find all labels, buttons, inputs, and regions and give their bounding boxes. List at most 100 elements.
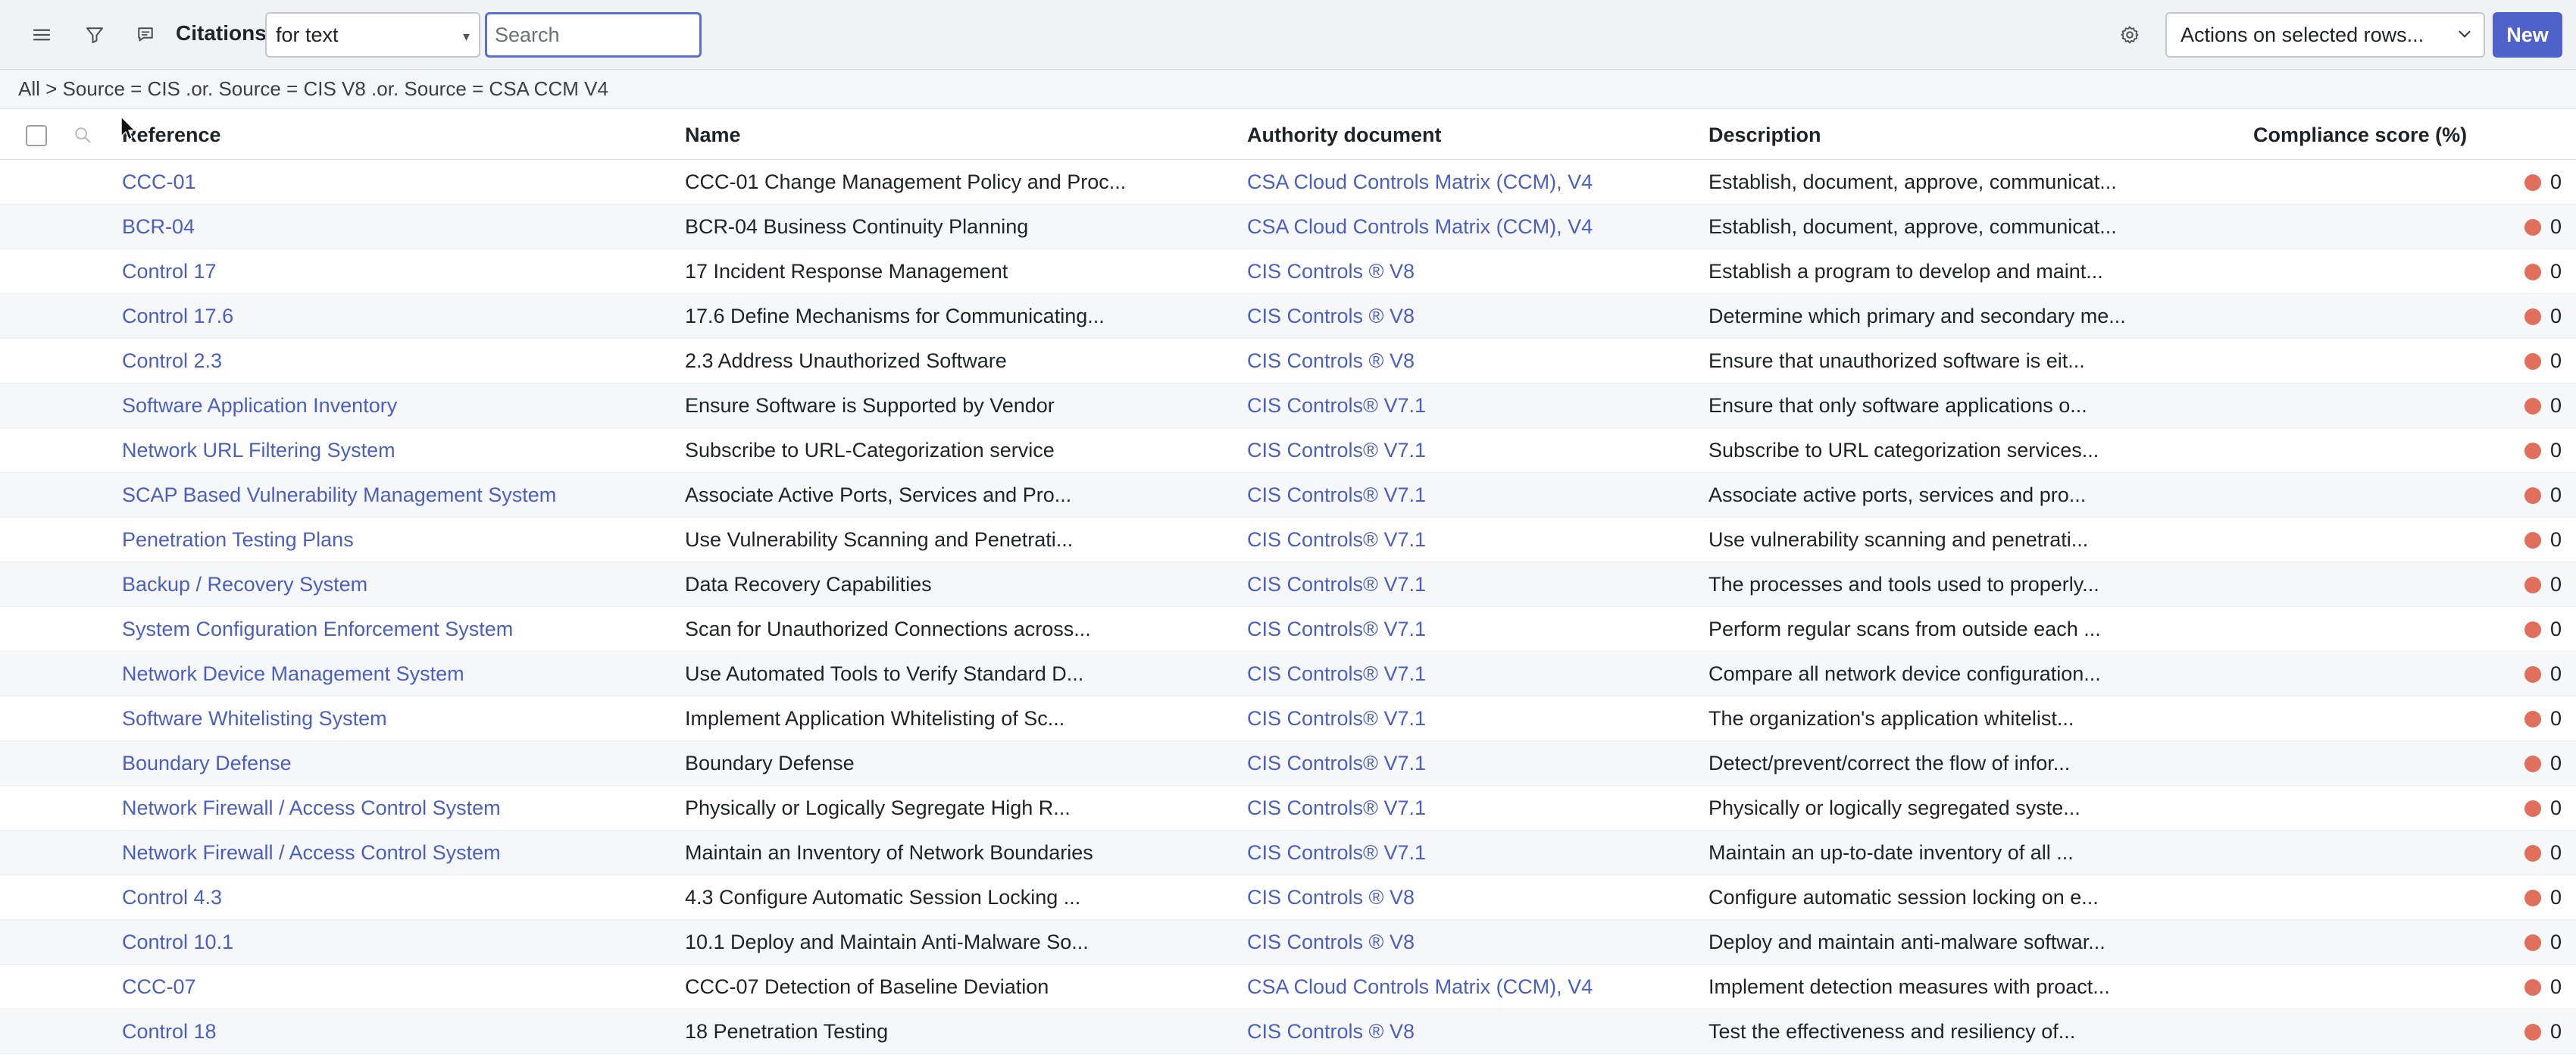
authority-document-link[interactable]: CIS Controls® V7.1	[1247, 473, 1426, 518]
reference-link[interactable]: Backup / Recovery System	[122, 562, 367, 607]
list-settings-button[interactable]	[2108, 13, 2152, 57]
search-input[interactable]	[485, 12, 702, 58]
caret-down-icon: ▾	[462, 29, 470, 44]
reference-link[interactable]: Software Whitelisting System	[122, 696, 387, 741]
status-dot-icon	[2524, 979, 2541, 996]
actions-select[interactable]: Actions on selected rows...	[2165, 12, 2485, 58]
column-header-reference[interactable]: Reference	[122, 110, 221, 160]
description-cell: Establish, document, approve, communicat…	[1708, 171, 2117, 193]
compliance-score-cell: 0	[2550, 305, 2562, 327]
hamburger-menu-icon	[33, 29, 51, 41]
name-cell: 4.3 Configure Automatic Session Locking …	[685, 886, 1081, 909]
compliance-score-cell: 0	[2550, 707, 2562, 730]
authority-document-link[interactable]: CIS Controls® V7.1	[1247, 652, 1426, 696]
compliance-score-cell: 0	[2550, 975, 2562, 998]
status-dot-icon	[2524, 756, 2541, 772]
reference-link[interactable]: Penetration Testing Plans	[122, 518, 354, 562]
description-cell: Subscribe to URL categorization services…	[1708, 439, 2099, 462]
breadcrumb[interactable]: All > Source = CIS .or. Source = CIS V8 …	[0, 70, 2576, 109]
authority-document-link[interactable]: CIS Controls ® V8	[1247, 920, 1415, 965]
reference-link[interactable]: CCC-07	[122, 965, 196, 1009]
authority-document-link[interactable]: CIS Controls® V7.1	[1247, 607, 1426, 652]
description-cell: Establish, document, approve, communicat…	[1708, 215, 2117, 238]
compliance-score-cell: 0	[2550, 662, 2562, 685]
reference-link[interactable]: Control 2.3	[122, 339, 222, 383]
reference-link[interactable]: Control 4.3	[122, 875, 222, 920]
reference-link[interactable]: SCAP Based Vulnerability Management Syst…	[122, 473, 556, 518]
reference-link[interactable]: Control 10.1	[122, 920, 233, 965]
authority-document-link[interactable]: CIS Controls ® V8	[1247, 1009, 1415, 1054]
authority-document-link[interactable]: CIS Controls® V7.1	[1247, 428, 1426, 473]
status-dot-icon	[2524, 264, 2541, 280]
reference-link[interactable]: Control 18	[122, 1009, 217, 1054]
compliance-score-cell: 0	[2550, 439, 2562, 462]
authority-document-link[interactable]: CIS Controls® V7.1	[1247, 562, 1426, 607]
table-row: Software Application Inventory Ensure So…	[0, 383, 2576, 428]
authority-document-link[interactable]: CIS Controls ® V8	[1247, 249, 1415, 294]
compliance-score-cell: 0	[2550, 931, 2562, 953]
filter-button[interactable]	[73, 13, 117, 57]
description-cell: Maintain an up-to-date inventory of all …	[1708, 841, 2074, 864]
authority-document-link[interactable]: CIS Controls® V7.1	[1247, 696, 1426, 741]
status-dot-icon	[2524, 934, 2541, 951]
name-cell: Scan for Unauthorized Connections across…	[685, 618, 1091, 640]
reference-link[interactable]: Control 17.6	[122, 294, 233, 339]
status-dot-icon	[2524, 666, 2541, 683]
table-row: Control 2.3 2.3 Address Unauthorized Sof…	[0, 339, 2576, 383]
compliance-score-cell: 0	[2550, 483, 2562, 506]
compliance-score-cell: 0	[2550, 1020, 2562, 1043]
reference-link[interactable]: Software Application Inventory	[122, 383, 397, 428]
name-cell: CCC-07 Detection of Baseline Deviation	[685, 975, 1049, 998]
authority-document-link[interactable]: CIS Controls® V7.1	[1247, 831, 1426, 875]
authority-document-link[interactable]: CIS Controls® V7.1	[1247, 518, 1426, 562]
status-dot-icon	[2524, 711, 2541, 728]
column-header-description[interactable]: Description	[1708, 110, 1821, 160]
authority-document-link[interactable]: CIS Controls® V7.1	[1247, 741, 1426, 786]
comment-button[interactable]	[123, 13, 167, 57]
table-row: Boundary Defense Boundary Defense CIS Co…	[0, 741, 2576, 786]
citations-table: Reference Name Authority document Descri…	[0, 110, 2576, 1054]
reference-link[interactable]: System Configuration Enforcement System	[122, 607, 513, 652]
new-button[interactable]: New	[2493, 12, 2562, 58]
table-row: Control 17.6 17.6 Define Mechanisms for …	[0, 294, 2576, 339]
authority-document-link[interactable]: CIS Controls ® V8	[1247, 875, 1415, 920]
search-icon[interactable]	[71, 124, 94, 146]
description-cell: Associate active ports, services and pro…	[1708, 483, 2087, 506]
status-dot-icon	[2524, 577, 2541, 593]
reference-link[interactable]: BCR-04	[122, 205, 195, 249]
reference-link[interactable]: Boundary Defense	[122, 741, 292, 786]
description-cell: Determine which primary and secondary me…	[1708, 305, 2126, 327]
reference-link[interactable]: Network Device Management System	[122, 652, 464, 696]
authority-document-link[interactable]: CIS Controls® V7.1	[1247, 786, 1426, 831]
reference-link[interactable]: Network Firewall / Access Control System	[122, 786, 501, 831]
table-row: BCR-04 BCR-04 Business Continuity Planni…	[0, 205, 2576, 249]
filter-icon	[86, 27, 103, 43]
reference-link[interactable]: CCC-01	[122, 160, 196, 205]
name-cell: Ensure Software is Supported by Vendor	[685, 394, 1055, 417]
status-dot-icon	[2524, 398, 2541, 415]
column-header-name[interactable]: Name	[685, 110, 741, 160]
authority-document-link[interactable]: CIS Controls ® V8	[1247, 339, 1415, 383]
authority-document-link[interactable]: CIS Controls® V7.1	[1247, 383, 1426, 428]
hamburger-menu-button[interactable]	[20, 13, 64, 57]
reference-link[interactable]: Network Firewall / Access Control System	[122, 831, 501, 875]
compliance-score-cell: 0	[2550, 171, 2562, 193]
authority-document-link[interactable]: CSA Cloud Controls Matrix (CCM), V4	[1247, 160, 1593, 205]
table-row: Network Device Management System Use Aut…	[0, 652, 2576, 696]
reference-link[interactable]: Network URL Filtering System	[122, 428, 395, 473]
name-cell: 18 Penetration Testing	[685, 1020, 889, 1043]
compliance-score-cell: 0	[2550, 215, 2562, 238]
column-header-authority-document[interactable]: Authority document	[1247, 110, 1442, 160]
authority-document-link[interactable]: CSA Cloud Controls Matrix (CCM), V4	[1247, 965, 1593, 1009]
status-dot-icon	[2524, 174, 2541, 191]
compliance-score-cell: 0	[2550, 394, 2562, 417]
select-all-checkbox[interactable]	[26, 125, 47, 146]
authority-document-link[interactable]: CIS Controls ® V8	[1247, 294, 1415, 339]
table-row: Software Whitelisting System Implement A…	[0, 696, 2576, 741]
authority-document-link[interactable]: CSA Cloud Controls Matrix (CCM), V4	[1247, 205, 1593, 249]
column-header-compliance-score[interactable]: Compliance score (%)	[2253, 110, 2467, 160]
name-cell: Physically or Logically Segregate High R…	[685, 796, 1071, 819]
status-dot-icon	[2524, 487, 2541, 504]
reference-link[interactable]: Control 17	[122, 249, 217, 294]
search-type-select[interactable]: for text ▾	[265, 12, 480, 58]
